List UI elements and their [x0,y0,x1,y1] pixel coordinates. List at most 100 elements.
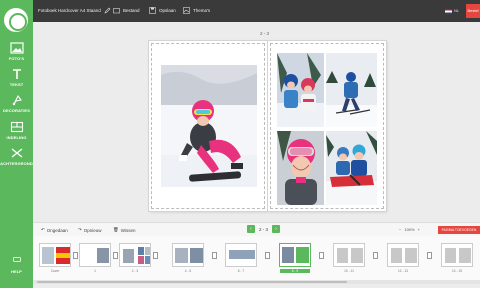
sidebar-item-background[interactable]: ACHTERGROND [0,147,33,166]
help-label: HELP [11,269,22,274]
thumb-photo [138,256,144,264]
thumbnail-page-2-3[interactable]: 2 - 3 [119,243,151,273]
thumb-photo [138,247,144,255]
add-pages-button[interactable]: PAGINA TOEVOEGEN [438,226,480,234]
background-icon [11,148,22,158]
menu-file[interactable]: Bestand [113,7,140,14]
top-bar: Fotoboek Hardcover A4 Staand Bestand Ops… [33,0,480,22]
zoom-control[interactable]: − 100% + [399,227,420,232]
menu-save[interactable]: Opslaan [149,7,176,14]
insert-page-icon[interactable] [212,252,217,259]
thumbnail-page-10-11[interactable]: 10 - 11 [333,243,365,273]
delete-label: Wissen [120,227,136,233]
spread-label: 2 - 3 [260,31,270,36]
redo-icon: ↷ [78,227,82,232]
thumb-photo [42,247,54,264]
insert-page-icon[interactable] [113,252,118,259]
insert-page-icon[interactable] [373,252,378,259]
trash-icon: 🗑 [113,227,119,232]
thumbnail-label: 12 - 13 [398,269,408,273]
thumbnail-label: 8 - 9 [280,269,310,273]
pencil-icon [104,7,111,14]
sidebar-item-layout[interactable]: INDELING [0,121,33,140]
thumbnail-page-6-7[interactable]: 6 - 7 [225,243,257,273]
zoom-in-icon[interactable]: + [418,227,420,232]
sidebar-item-label: FOTO'S [8,56,25,61]
photo-girl-portrait[interactable] [277,131,324,205]
thumb-photo [175,248,188,263]
photo-icon [9,42,24,54]
redo-button[interactable]: ↷ Opnieuw [78,227,102,233]
thumb-photo [97,248,109,263]
undo-button[interactable]: ↶ Ongedaan [41,227,68,233]
menu-themes[interactable]: Thema's [183,7,210,14]
page-thumbnails: Cover 1 2 - 3 4 - 5 6 - 7 8 - 9 10 - 11 … [33,236,480,280]
save-icon [149,7,156,14]
flag-icon[interactable] [445,9,452,14]
thumbnail-page-8-9[interactable]: 8 - 9 [279,243,311,273]
photo-kid-skiing[interactable] [326,53,377,127]
thumb-placeholder [337,248,348,263]
undo-label: Ongedaan [46,227,68,233]
thumbnail-label: 1 [94,269,96,273]
photo-kids-sled[interactable] [326,131,377,205]
photo-snowboard-girl[interactable] [161,65,257,187]
language-selector[interactable]: NL [454,8,459,13]
scrollbar-thumb[interactable] [37,281,347,283]
thumbnail-page-1[interactable]: 1 [79,243,111,273]
thumbnail-label: Cover [50,269,60,273]
thumb-placeholder [445,248,456,263]
thumb-placeholder [405,248,417,263]
decoration-icon [12,94,22,106]
page-right[interactable] [268,41,386,211]
thumbnail-label: 4 - 5 [184,269,192,273]
thumb-photo [145,256,150,264]
project-title[interactable]: Fotoboek Hardcover A4 Staand [38,7,111,14]
insert-page-icon[interactable] [73,252,78,259]
sidebar-item-label: DECORATIES [3,108,30,113]
thumbnail-page-4-5[interactable]: 4 - 5 [172,243,204,273]
thumb-photo [190,248,203,263]
thumbnail-scrollbar[interactable] [33,280,480,284]
thumb-photo [282,247,294,263]
thumb-photo [296,247,309,263]
layout-icon [10,121,23,133]
zoom-level: 100% [404,227,415,232]
logo[interactable] [4,8,28,32]
thumb-photo [123,249,134,263]
sidebar: FOTO'S TEKST DECORATIES INDELING ACHTERG… [0,0,33,288]
thumbnail-cover[interactable]: Cover [39,243,71,273]
chat-icon [12,257,21,262]
thumb-placeholder [351,248,363,263]
page-indicator: 2 - 3 [259,226,269,232]
thumbnail-page-12-13[interactable]: 12 - 13 [387,243,419,273]
sidebar-item-label: ACHTERGROND [0,161,33,166]
edit-toolbar: ↶ Ongedaan ↷ Opnieuw 🗑 Wissen ‹ 2 - 3 › … [33,222,480,236]
redo-label: Opnieuw [83,227,102,233]
insert-page-icon[interactable] [153,252,158,259]
sidebar-item-decorations[interactable]: DECORATIES [0,94,33,113]
sidebar-item-label: TEKST [9,82,24,87]
text-icon [12,69,21,79]
thumb-photo [145,247,150,255]
help-button[interactable]: HELP [0,250,33,274]
project-title-text: Fotoboek Hardcover A4 Staand [38,8,101,13]
insert-page-icon[interactable] [265,252,270,259]
thumbnail-label: 10 - 11 [344,269,354,273]
delete-button[interactable]: 🗑 Wissen [113,227,135,233]
sidebar-item-photos[interactable]: FOTO'S [0,42,33,61]
insert-page-icon[interactable] [427,252,432,259]
thumbnail-label: 2 - 3 [131,269,139,273]
photo-two-kids[interactable] [277,53,324,127]
zoom-out-icon[interactable]: − [399,227,401,232]
page-left[interactable] [149,41,267,211]
prev-page-button[interactable]: ‹ [247,225,255,233]
thumb-photo [56,253,70,258]
insert-page-icon[interactable] [319,252,324,259]
thumbnail-page-14-15[interactable]: 14 - 15 [441,243,473,273]
sidebar-item-text[interactable]: TEKST [0,68,33,87]
thumb-placeholder [459,248,471,263]
order-button[interactable]: Bestel [466,4,480,18]
next-page-button[interactable]: › [272,225,281,233]
theme-icon [183,7,190,14]
